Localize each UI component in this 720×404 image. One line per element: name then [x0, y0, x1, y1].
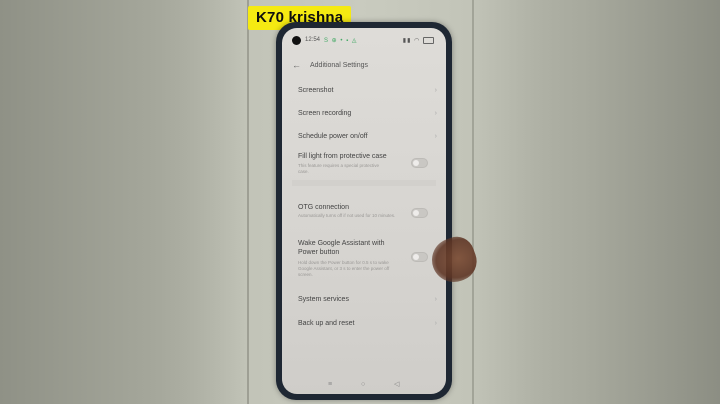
chevron-right-icon: › — [434, 320, 437, 327]
settings-item-label: Screenshot — [298, 87, 334, 94]
signal-icon: ▮▮ — [402, 38, 412, 45]
home-icon[interactable]: ○ — [361, 381, 365, 388]
status-bar: 12:54 S ⊕ • ▪ ◬ ▮▮ ◠ — [282, 28, 446, 52]
settings-item-label: Back up and reset — [298, 320, 355, 327]
phone-device: 12:54 S ⊕ • ▪ ◬ ▮▮ ◠ ← Additional Settin… — [276, 22, 452, 400]
section-divider — [292, 180, 436, 186]
otg-toggle[interactable] — [411, 208, 428, 218]
settings-item-label: Schedule power on/off — [298, 133, 368, 140]
wake-assistant-toggle[interactable] — [411, 252, 428, 262]
recents-icon[interactable]: ≡ — [328, 381, 332, 388]
page-header: ← Additional Settings — [292, 60, 442, 74]
background-line — [472, 0, 474, 404]
phone-screen: 12:54 S ⊕ • ▪ ◬ ▮▮ ◠ ← Additional Settin… — [282, 28, 446, 394]
background-line — [247, 0, 249, 404]
background-right — [470, 0, 720, 404]
settings-item-label: OTG connection — [298, 204, 349, 211]
back-triangle-icon[interactable]: ◁ — [394, 380, 399, 388]
chevron-right-icon: › — [434, 133, 437, 140]
settings-item-label-line2: Power button — [298, 249, 340, 256]
chevron-right-icon: › — [434, 87, 437, 94]
navigation-bar: ≡ ○ ◁ — [282, 376, 446, 394]
settings-item-label: Fill light from protective case — [298, 153, 387, 160]
settings-item-label: Wake Google Assistant with — [298, 240, 385, 247]
settings-item-label: Screen recording — [298, 110, 352, 117]
settings-item-label: System services — [298, 296, 349, 303]
battery-icon — [423, 37, 434, 44]
status-time: 12:54 — [305, 37, 321, 43]
status-right-icons: ▮▮ ◠ — [403, 37, 434, 44]
settings-item-description: Hold down the Power button for 0.5 s to … — [298, 260, 390, 277]
background-left — [0, 0, 245, 404]
fill-light-toggle[interactable] — [411, 158, 428, 168]
chevron-right-icon: › — [434, 296, 437, 303]
settings-item-description: This feature requires a special protecti… — [298, 163, 380, 174]
page-title: Additional Settings — [310, 62, 368, 69]
wifi-icon: ◠ — [414, 38, 421, 45]
back-arrow-icon[interactable]: ← — [292, 60, 301, 70]
chevron-right-icon: › — [434, 110, 437, 117]
settings-item-description: Automatically turns off if not used for … — [298, 213, 396, 218]
notification-icons: S ⊕ • ▪ ◬ — [324, 38, 358, 44]
front-camera — [292, 36, 301, 45]
